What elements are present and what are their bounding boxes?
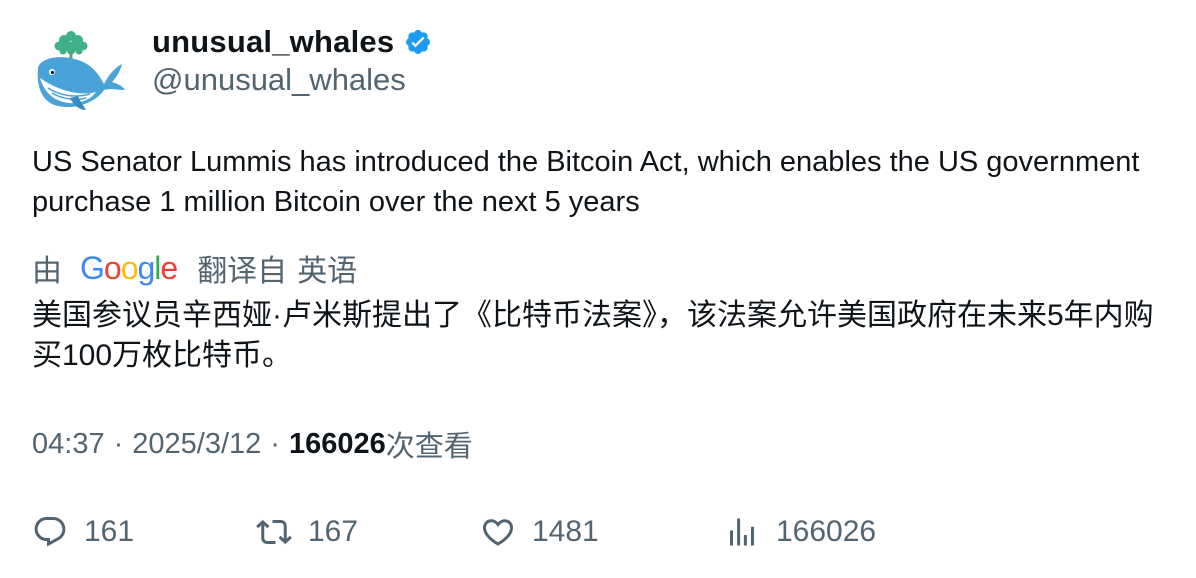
tweet-date[interactable]: 2025/3/12 <box>132 428 261 461</box>
reply-button[interactable]: 161 <box>32 508 134 556</box>
tweet-text: US Senator Lummis has introduced the Bit… <box>32 146 1140 218</box>
reply-icon <box>34 517 66 547</box>
tweet-meta: 04:37 · 2025/3/12 · 166026 次查看 <box>32 424 473 464</box>
translation-attribution: 由 Google 翻译自 英语 <box>32 246 357 290</box>
author-handle[interactable]: @unusual_whales <box>152 62 406 98</box>
translation-from-label: 翻译自 <box>197 255 288 288</box>
views-action-count: 166026 <box>776 515 877 548</box>
avatar[interactable] <box>30 26 126 112</box>
views-button[interactable]: 166026 <box>724 508 876 556</box>
verified-badge-icon <box>404 28 432 56</box>
translated-text: 美国参议员辛西娅·卢米斯提出了《比特币法案》，该法案允许美国政府在未来5年内购买… <box>32 299 1154 372</box>
like-count: 1481 <box>532 515 599 548</box>
views-count: 166026 <box>288 427 386 460</box>
author-name-row: unusual_whales <box>152 22 432 62</box>
translation-source-language: 英语 <box>297 255 358 288</box>
reply-count: 161 <box>84 515 135 548</box>
action-bar: 161 167 1481 166026 <box>32 508 1172 556</box>
views-label: 次查看 <box>385 431 473 463</box>
meta-separator: · <box>270 427 280 460</box>
views-chart-icon <box>730 518 754 546</box>
retweet-count: 167 <box>308 515 359 548</box>
google-logo-icon[interactable]: Google <box>80 250 178 287</box>
meta-separator: · <box>113 427 124 460</box>
whale-icon <box>37 31 125 110</box>
tweet-card: unusual_whales @unusual_whales US Senato… <box>0 0 1196 578</box>
tweet-time[interactable]: 04:37 <box>32 428 105 461</box>
retweet-button[interactable]: 167 <box>256 508 358 556</box>
translation-by-label: 由 <box>32 255 62 288</box>
like-button[interactable]: 1481 <box>480 508 599 556</box>
heart-icon <box>482 519 514 546</box>
retweet-icon <box>256 519 292 545</box>
author-display-name[interactable]: unusual_whales <box>152 24 394 60</box>
